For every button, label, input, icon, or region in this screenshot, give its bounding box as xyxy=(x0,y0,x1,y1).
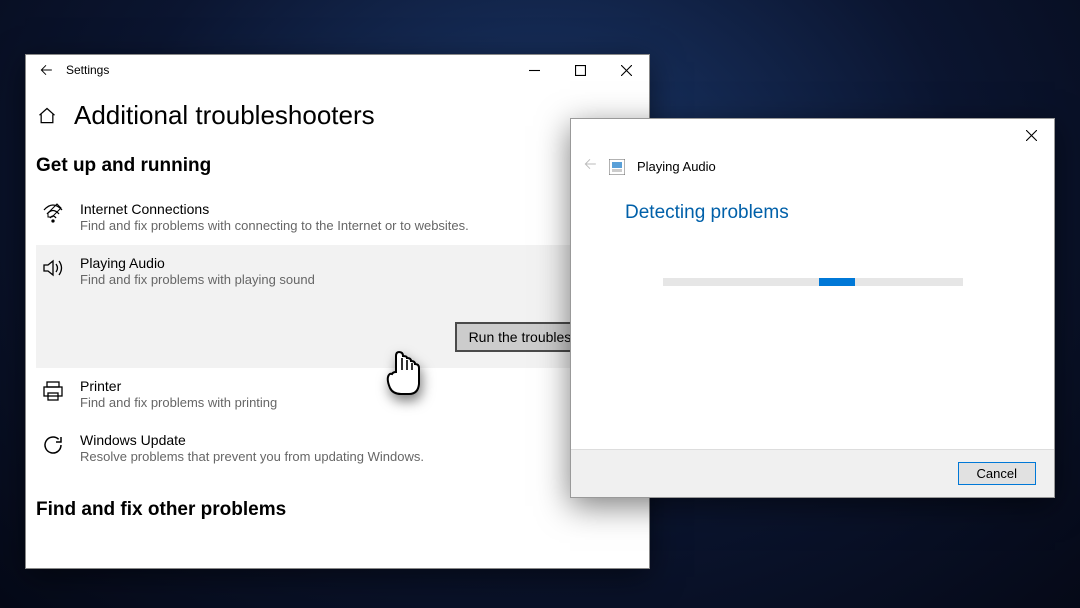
section-get-up-title: Get up and running xyxy=(36,155,639,177)
dialog-status: Detecting problems xyxy=(625,202,1030,224)
troubleshooter-item-update[interactable]: Windows Update Resolve problems that pre… xyxy=(36,422,639,476)
item-label: Internet Connections xyxy=(80,201,469,217)
titlebar: Settings xyxy=(26,55,649,85)
dialog-app-name: Playing Audio xyxy=(637,159,716,174)
home-icon[interactable] xyxy=(36,105,58,127)
page-title: Additional troubleshooters xyxy=(74,100,375,131)
item-label: Playing Audio xyxy=(80,255,315,271)
dialog-titlebar xyxy=(571,119,1054,151)
item-desc: Find and fix problems with playing sound xyxy=(80,271,315,289)
dialog-app-icon xyxy=(609,159,625,175)
section-other-title: Find and fix other problems xyxy=(36,499,639,521)
audio-icon xyxy=(40,255,66,281)
printer-icon xyxy=(40,378,66,404)
dialog-close-button[interactable] xyxy=(1008,119,1054,151)
troubleshooter-item-internet[interactable]: Internet Connections Find and fix proble… xyxy=(36,191,639,245)
window-title: Settings xyxy=(66,63,511,77)
item-desc: Resolve problems that prevent you from u… xyxy=(80,448,424,466)
page-content: Additional troubleshooters Get up and ru… xyxy=(26,85,649,545)
dialog-back-icon xyxy=(583,157,597,176)
maximize-button[interactable] xyxy=(557,55,603,85)
page-header: Additional troubleshooters xyxy=(36,100,639,131)
progress-fill xyxy=(819,278,855,286)
internet-icon xyxy=(40,201,66,227)
progress-bar xyxy=(663,278,963,286)
settings-window: Settings Additional troubleshooters Get … xyxy=(25,54,650,569)
dialog-breadcrumb: Playing Audio xyxy=(583,157,1030,176)
troubleshooter-item-audio[interactable]: Playing Audio Find and fix problems with… xyxy=(36,245,639,369)
update-icon xyxy=(40,432,66,458)
item-desc: Find and fix problems with printing xyxy=(80,394,277,412)
item-label: Windows Update xyxy=(80,432,424,448)
item-desc: Find and fix problems with connecting to… xyxy=(80,217,469,235)
back-button[interactable] xyxy=(26,55,66,85)
troubleshooter-item-printer[interactable]: Printer Find and fix problems with print… xyxy=(36,368,639,422)
close-button[interactable] xyxy=(603,55,649,85)
minimize-button[interactable] xyxy=(511,55,557,85)
item-label: Printer xyxy=(80,378,277,394)
dialog-footer: Cancel xyxy=(571,449,1054,497)
troubleshooter-dialog: Playing Audio Detecting problems Cancel xyxy=(570,118,1055,498)
cancel-button[interactable]: Cancel xyxy=(958,462,1036,485)
